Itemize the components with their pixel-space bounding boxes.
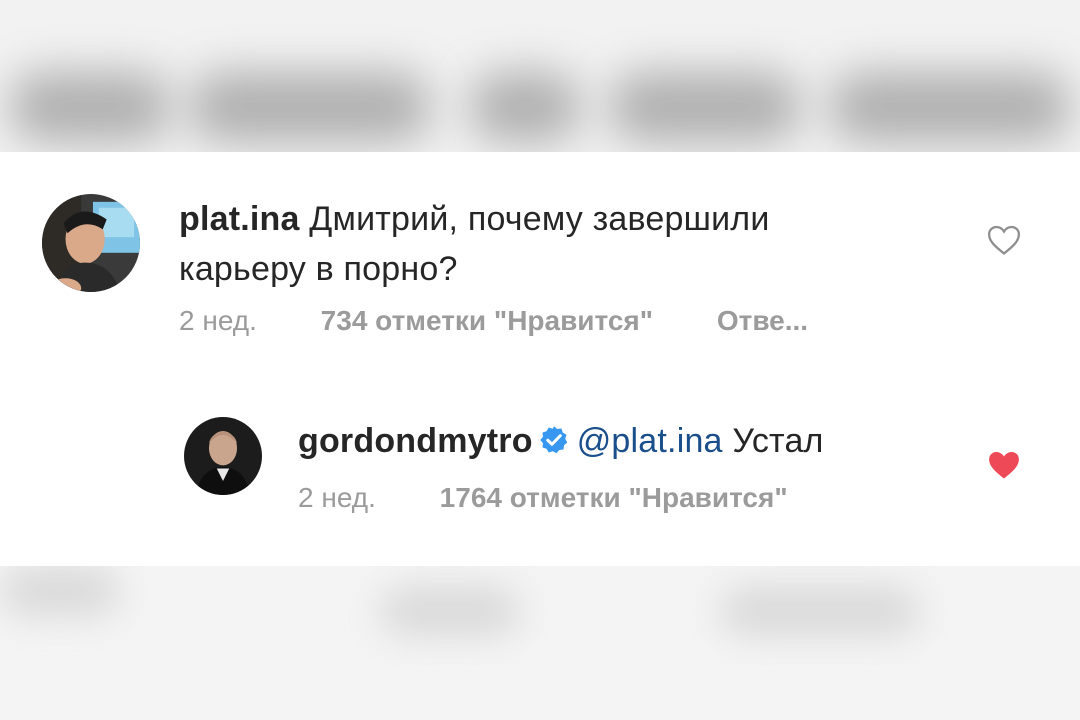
comment-meta: 2 нед. 1764 отметки "Нравится" (298, 482, 788, 514)
comment-meta: 2 нед. 734 отметки "Нравится" Отве... (179, 305, 808, 337)
comment-time: 2 нед. (179, 305, 257, 336)
blurred-top-region (0, 0, 1080, 152)
blurred-bottom-region (0, 566, 1080, 720)
avatar[interactable] (184, 417, 262, 495)
liked-heart-icon[interactable] (987, 449, 1021, 481)
comment-body: Дмитрий, почему завершили (309, 200, 770, 238)
comment-text: gordondmytro @plat.ina Устал (298, 416, 938, 469)
comment-time: 2 нед. (298, 482, 376, 513)
comment-username[interactable]: gordondmytro (298, 422, 533, 460)
comment-likes-count[interactable]: 1764 отметки "Нравится" (440, 482, 788, 514)
reply-button[interactable]: Отве... (717, 305, 808, 337)
comment-username[interactable]: plat.ina (179, 200, 300, 238)
user-avatar-photo-icon (184, 417, 262, 495)
comment-mention[interactable]: @plat.ina (577, 422, 723, 460)
comments-list: plat.ina Дмитрий, почему завершили карье… (0, 152, 1080, 566)
comment-body: Устал (732, 422, 824, 460)
user-avatar-photo-icon (42, 194, 140, 292)
avatar[interactable] (42, 194, 140, 292)
comments-screenshot: plat.ina Дмитрий, почему завершили карье… (0, 0, 1080, 720)
comment-likes-count[interactable]: 734 отметки "Нравится" (321, 305, 653, 337)
verified-badge-icon (539, 419, 569, 469)
like-heart-icon[interactable] (987, 224, 1021, 256)
comment-body-continued: карьеру в порно? (179, 250, 458, 288)
comment-text: plat.ina Дмитрий, почему завершили карье… (179, 194, 939, 294)
